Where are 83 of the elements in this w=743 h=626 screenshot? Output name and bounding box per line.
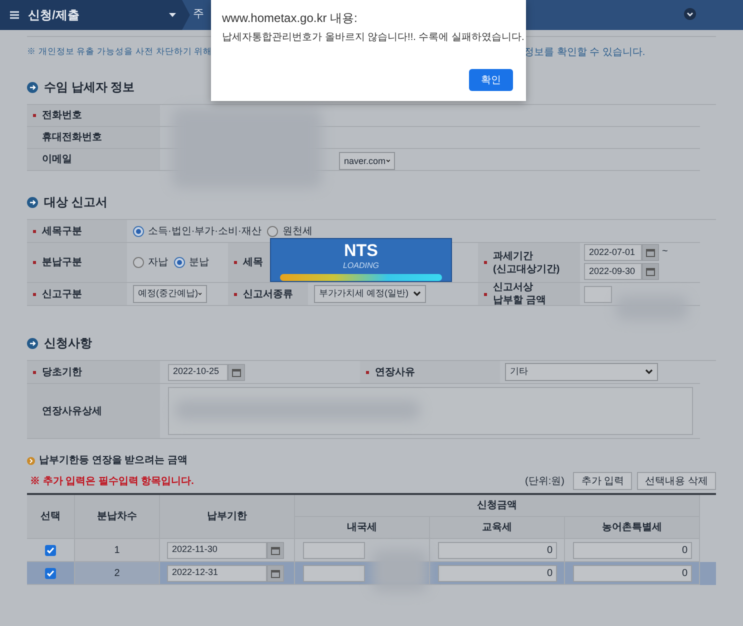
caret-icon[interactable] bbox=[169, 13, 176, 17]
date-field[interactable]: 2022-11-30 bbox=[167, 542, 267, 558]
column-header: 선택 bbox=[40, 510, 60, 524]
amount-field[interactable] bbox=[584, 286, 612, 302]
notice-text: ※ 개인정보 유출 가능성을 사전 차단하기 위해 bbox=[27, 45, 214, 58]
loading-title: NTS bbox=[344, 241, 378, 261]
date-field[interactable]: 2022-10-25 bbox=[168, 364, 228, 380]
caret-icon[interactable] bbox=[198, 291, 202, 297]
amount-field[interactable]: 0 bbox=[438, 542, 556, 558]
action-button[interactable]: 추가 입력 bbox=[573, 472, 632, 490]
radio-button[interactable] bbox=[267, 226, 278, 236]
field-label: 이메일 bbox=[42, 153, 72, 166]
amount-field[interactable] bbox=[303, 542, 365, 558]
amount-field[interactable]: 0 bbox=[438, 564, 556, 582]
range-separator: ~ bbox=[662, 245, 668, 259]
ok-button[interactable]: 확인 bbox=[469, 69, 513, 91]
field-label: 신고구분 bbox=[42, 288, 82, 300]
section-title: 신청사항 bbox=[44, 335, 92, 352]
radio-button[interactable] bbox=[133, 226, 144, 236]
caret-icon[interactable] bbox=[645, 369, 653, 375]
caret-icon[interactable] bbox=[386, 158, 390, 164]
arrow-circle-icon bbox=[27, 338, 38, 348]
arrow-circle-icon bbox=[27, 196, 38, 208]
arrow-circle-icon bbox=[27, 82, 38, 92]
column-header: 교육세 bbox=[482, 521, 512, 535]
calendar-icon[interactable] bbox=[228, 364, 245, 380]
table-cell-text: 1 bbox=[114, 544, 120, 558]
field-label: 신고서종류 bbox=[243, 288, 293, 300]
calendar-icon[interactable] bbox=[642, 244, 659, 261]
radio-button[interactable] bbox=[133, 257, 144, 268]
calendar-icon[interactable] bbox=[267, 542, 284, 558]
radio-label: 자납 bbox=[148, 256, 168, 270]
field-label: 분납구분 bbox=[42, 256, 82, 269]
dialog-message: 납세자통합관리번호가 올바르지 않습니다!!. 수록에 실패하였습니다. bbox=[222, 31, 524, 45]
column-header: 납부기한 bbox=[207, 510, 247, 524]
field-label: 과세기간 (신고대상기간) bbox=[493, 250, 560, 276]
column-header: 내국세 bbox=[347, 521, 377, 535]
section-title: 납부기한등 연장을 받으려는 금액 bbox=[39, 454, 188, 468]
field-label: 연장사유 bbox=[375, 366, 415, 378]
arrow-circle-icon bbox=[27, 456, 35, 464]
section-title: 수임 납세자 정보 bbox=[44, 79, 135, 96]
dropdown[interactable]: naver.com bbox=[339, 152, 395, 170]
action-button[interactable]: 선택내용 삭제 bbox=[637, 472, 716, 490]
caret-icon[interactable] bbox=[413, 291, 421, 297]
date-field[interactable]: 2022-12-31 bbox=[167, 564, 267, 582]
radio-label: 분납 bbox=[189, 256, 209, 270]
field-label: 휴대전화번호 bbox=[42, 131, 102, 144]
menu-title[interactable]: 신청/제출 bbox=[28, 6, 80, 24]
field-label: 당초기한 bbox=[42, 366, 82, 378]
calendar-icon[interactable] bbox=[267, 564, 284, 582]
checkbox[interactable] bbox=[45, 544, 56, 556]
amount-field[interactable]: 0 bbox=[572, 542, 692, 558]
field-label: 세목구분 bbox=[42, 224, 82, 238]
table-row[interactable]: 2 2022-12-31 0 0 bbox=[27, 562, 716, 585]
dialog-title: www.hometax.go.kr 내용: bbox=[222, 10, 358, 27]
unit-label: (단위:원) bbox=[524, 474, 564, 488]
date-field[interactable]: 2022-09-30 bbox=[584, 263, 642, 280]
radio-label: 소득·법인·부가·소비·재산 bbox=[148, 224, 262, 238]
warning-text: ※ 추가 입력은 필수입력 항목입니다. bbox=[30, 474, 194, 488]
date-field[interactable]: 2022-07-01 bbox=[584, 244, 642, 261]
loading-text: LOADING bbox=[342, 261, 379, 271]
field-label: 전화번호 bbox=[42, 109, 82, 122]
table-cell-text: 2 bbox=[114, 566, 120, 580]
menu-icon[interactable] bbox=[10, 11, 19, 19]
breadcrumb-item[interactable]: 주 bbox=[193, 6, 204, 30]
calendar-icon[interactable] bbox=[642, 263, 659, 280]
dropdown[interactable]: 기타 bbox=[505, 363, 658, 381]
dropdown[interactable]: 예정(중간예납) bbox=[133, 285, 207, 303]
column-header: 신청금액 bbox=[477, 499, 517, 513]
radio-label: 원천세 bbox=[282, 224, 312, 238]
chevron-circle-icon[interactable] bbox=[684, 8, 696, 20]
dropdown[interactable]: 부가가치세 예정(일반) bbox=[314, 285, 426, 303]
field-label: 세목 bbox=[243, 256, 263, 269]
amount-field[interactable] bbox=[303, 564, 365, 582]
column-header: 분납차수 bbox=[97, 510, 137, 524]
checkbox[interactable] bbox=[45, 568, 56, 578]
radio-button[interactable] bbox=[174, 257, 185, 268]
section-title: 대상 신고서 bbox=[44, 194, 108, 211]
column-header: 농어촌특별세 bbox=[602, 521, 662, 535]
field-label: 연장사유상세 bbox=[42, 404, 102, 418]
amount-field[interactable]: 0 bbox=[572, 564, 692, 582]
notice-text: 정보를 확인할 수 있습니다. bbox=[524, 46, 646, 60]
field-label: 신고서상 납부할 금액 bbox=[493, 281, 546, 307]
